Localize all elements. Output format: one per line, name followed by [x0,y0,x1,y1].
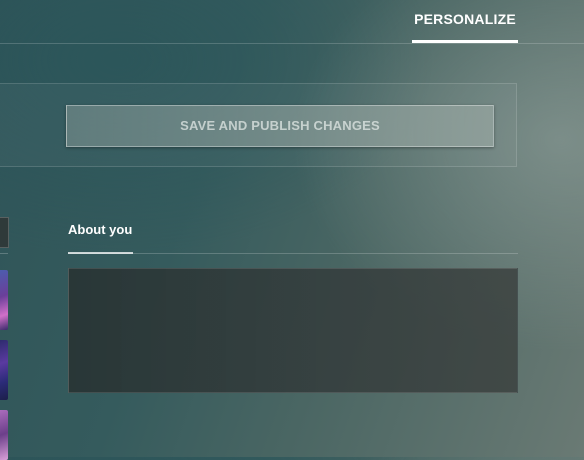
about-you-heading: About you [68,222,133,237]
about-you-textarea[interactable] [68,268,518,393]
save-and-publish-button[interactable]: SAVE AND PUBLISH CHANGES [66,105,494,147]
sidebar-divider [0,253,8,254]
sidebar-thumbnail[interactable] [0,340,8,400]
sidebar-edge-button[interactable] [0,217,9,248]
sidebar-thumbnail[interactable] [0,270,8,330]
tab-personalize[interactable]: PERSONALIZE [412,10,518,43]
section-divider [68,253,518,254]
active-tab-indicator [412,40,518,43]
sidebar-thumbnail[interactable] [0,410,8,460]
